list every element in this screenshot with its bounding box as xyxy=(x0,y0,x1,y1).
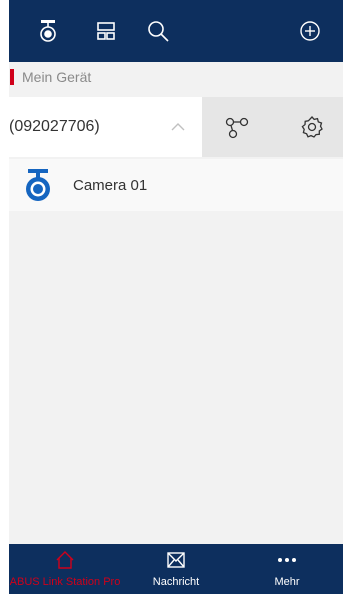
camera-icon[interactable] xyxy=(33,16,63,46)
section-accent-bar xyxy=(10,69,14,85)
tab-home-label: ABUS Link Station Pro xyxy=(9,576,121,588)
device-actions xyxy=(202,97,343,157)
search-icon[interactable] xyxy=(143,16,173,46)
section-header: Mein Gerät xyxy=(0,62,343,92)
tab-more[interactable]: Mehr xyxy=(231,544,343,594)
envelope-icon xyxy=(166,550,186,570)
tab-messages[interactable]: Nachricht xyxy=(121,544,231,594)
settings-gear-icon[interactable] xyxy=(298,113,326,141)
app-screen: Mein Gerät (092027706) Camera 01 ABUS Li… xyxy=(0,0,343,594)
device-name[interactable]: (092027706) xyxy=(9,118,164,136)
tab-more-label: Mehr xyxy=(274,576,300,588)
tab-home[interactable]: ABUS Link Station Pro xyxy=(9,544,121,594)
chevron-up-icon[interactable] xyxy=(168,117,188,137)
share-icon[interactable] xyxy=(223,113,251,141)
add-circle-icon[interactable] xyxy=(295,16,325,46)
camera-icon xyxy=(23,168,53,202)
more-dots-icon xyxy=(277,550,297,570)
top-toolbar xyxy=(9,0,343,62)
bottom-nav: ABUS Link Station Pro Nachricht Mehr xyxy=(9,544,343,594)
tab-messages-label: Nachricht xyxy=(152,576,200,588)
camera-label[interactable]: Camera 01 xyxy=(73,177,147,194)
camera-list-item[interactable]: Camera 01 xyxy=(9,159,343,211)
device-row[interactable]: (092027706) xyxy=(0,97,343,157)
layout-icon[interactable] xyxy=(91,16,121,46)
home-icon xyxy=(55,550,75,570)
section-title: Mein Gerät xyxy=(22,69,92,85)
